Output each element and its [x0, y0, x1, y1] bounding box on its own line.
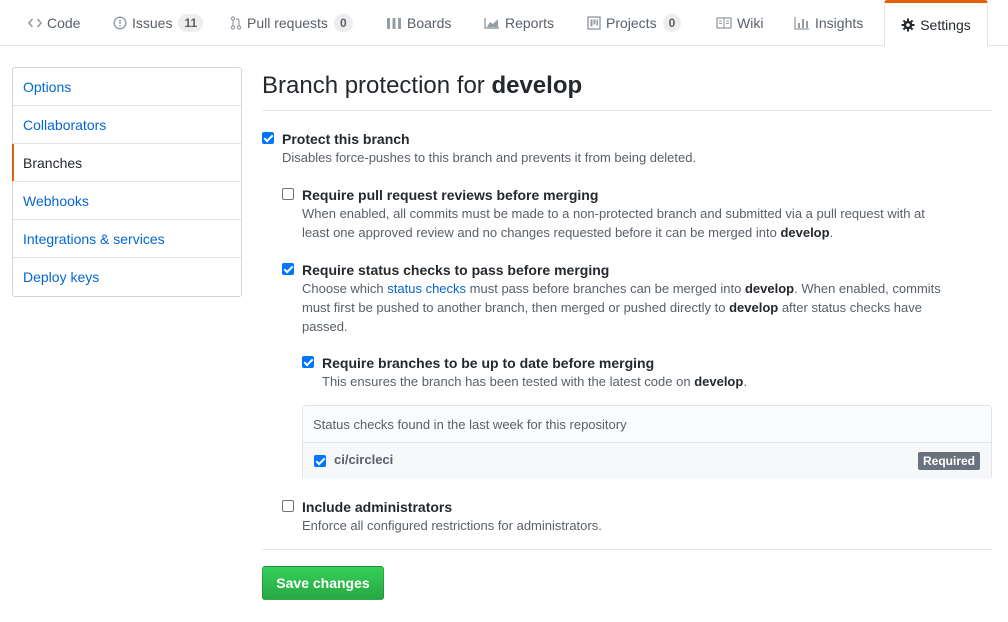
menu-item-deploy-keys[interactable]: Deploy keys	[13, 258, 241, 296]
note-text: must pass before branches can be merged …	[466, 281, 745, 296]
page-title-branch: develop	[491, 72, 583, 99]
tab-reports[interactable]: Reports	[484, 0, 554, 46]
issues-counter: 11	[178, 14, 204, 32]
status-check-row: ci/circleci Required	[303, 443, 991, 479]
tab-label: Wiki	[737, 15, 764, 31]
note-branch: develop	[780, 225, 830, 240]
gear-icon	[901, 18, 915, 32]
book-icon	[716, 17, 732, 29]
status-check-checkbox[interactable]	[314, 455, 326, 467]
note-text: . When enabled, commits	[794, 281, 941, 296]
tab-label: Settings	[920, 16, 971, 33]
require-status-checkbox[interactable]	[282, 263, 294, 275]
note-text: Choose which	[302, 281, 388, 296]
page-title-prefix: Branch protection for	[262, 72, 492, 99]
status-check-name: ci/circleci	[334, 452, 394, 467]
require-reviews-option: Require pull request reviews before merg…	[282, 186, 992, 242]
require-uptodate-option: Require branches to be up to date before…	[302, 354, 992, 391]
repo-nav: Code Issues 11 Pull requests 0 Boards Re…	[0, 0, 1008, 47]
tab-label: Pull requests	[247, 15, 328, 31]
note-text: must first be pushed to another branch, …	[302, 300, 730, 315]
menu-item-collaborators[interactable]: Collaborators	[13, 106, 241, 144]
include-admins-option: Include administrators Enforce all confi…	[282, 498, 992, 535]
note-branch: develop	[729, 300, 779, 315]
tab-label: Projects	[606, 15, 657, 31]
required-badge: Required	[917, 452, 980, 470]
tab-label: Reports	[505, 15, 555, 31]
tab-code[interactable]: Code	[28, 0, 80, 46]
pull-request-icon	[230, 16, 242, 30]
tab-pull-requests[interactable]: Pull requests 0	[230, 0, 353, 46]
status-checks-link[interactable]: status checks	[387, 281, 466, 296]
tab-label: Issues	[132, 15, 173, 31]
tab-settings[interactable]: Settings	[884, 0, 988, 47]
code-icon	[28, 17, 42, 29]
tab-label: Code	[47, 15, 81, 31]
menu-item-branches[interactable]: Branches	[12, 144, 241, 182]
tab-insights[interactable]: Insights	[794, 0, 863, 46]
status-checks-box: Status checks found in the last week for…	[302, 405, 992, 479]
page-title: Branch protection for develop	[262, 60, 992, 111]
require-reviews-label: Require pull request reviews before merg…	[302, 187, 599, 203]
require-status-label: Require status checks to pass before mer…	[302, 262, 610, 278]
include-admins-checkbox[interactable]	[282, 500, 294, 512]
project-icon	[587, 16, 601, 30]
require-reviews-checkbox[interactable]	[282, 188, 294, 200]
tab-projects[interactable]: Projects 0	[587, 0, 682, 46]
main-content: Branch protection for develop Protect th…	[262, 60, 992, 600]
require-status-note: Choose which status checks must pass bef…	[302, 279, 992, 336]
issue-icon	[113, 16, 127, 30]
settings-menu: Options Collaborators Branches Webhooks …	[12, 67, 242, 297]
save-changes-button[interactable]: Save changes	[262, 566, 384, 600]
projects-counter: 0	[662, 14, 682, 32]
require-uptodate-note: This ensures the branch has been tested …	[322, 372, 992, 391]
protect-branch-label: Protect this branch	[282, 131, 410, 147]
include-admins-label: Include administrators	[302, 499, 453, 515]
status-checks-header: Status checks found in the last week for…	[303, 406, 991, 443]
graph-icon	[794, 16, 810, 30]
pull-requests-counter: 0	[333, 14, 353, 32]
require-reviews-note: When enabled, all commits must be made t…	[302, 204, 992, 242]
note-text: .	[829, 225, 834, 240]
reports-icon	[484, 17, 500, 29]
tab-label: Insights	[815, 15, 864, 31]
tab-wiki[interactable]: Wiki	[716, 0, 763, 46]
divider	[262, 549, 992, 550]
protect-branch-option: Protect this branch Disables force-pushe…	[262, 130, 992, 167]
boards-icon	[386, 16, 402, 30]
note-branch: develop	[744, 281, 795, 296]
note-text: When enabled, all commits must be made t…	[302, 206, 925, 221]
tab-issues[interactable]: Issues 11	[113, 0, 204, 46]
include-admins-note: Enforce all configured restrictions for …	[302, 518, 602, 533]
menu-item-integrations[interactable]: Integrations & services	[13, 220, 241, 258]
menu-item-webhooks[interactable]: Webhooks	[13, 182, 241, 220]
require-uptodate-checkbox[interactable]	[302, 356, 314, 368]
note-text: .	[743, 374, 747, 389]
note-text: This ensures the branch has been tested …	[322, 374, 695, 389]
require-uptodate-label: Require branches to be up to date before…	[322, 355, 655, 371]
tab-label: Boards	[407, 15, 452, 31]
tab-boards[interactable]: Boards	[386, 0, 451, 46]
protect-branch-checkbox[interactable]	[262, 132, 274, 144]
note-branch: develop	[694, 374, 744, 389]
note-text: after status checks have	[778, 300, 922, 315]
require-status-option: Require status checks to pass before mer…	[282, 261, 992, 336]
menu-item-options[interactable]: Options	[13, 68, 241, 106]
note-text: least one approved review and no changes…	[302, 225, 781, 240]
note-text: passed.	[302, 319, 348, 334]
protect-branch-note: Disables force-pushes to this branch and…	[282, 150, 697, 165]
